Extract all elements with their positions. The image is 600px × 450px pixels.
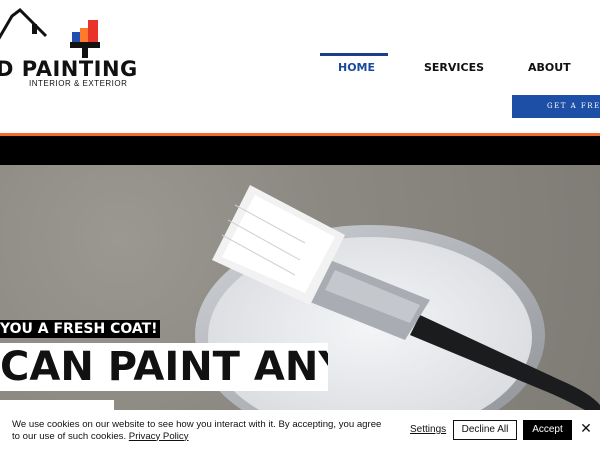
nav-about[interactable]: ABOUT (528, 61, 571, 74)
house-brush-logo-icon (0, 8, 100, 58)
close-icon[interactable]: ✕ (579, 420, 593, 436)
hero-tagline: YOU A FRESH COAT! (0, 320, 160, 338)
logo-wordmark: D PAINTING (0, 57, 138, 81)
get-free-quote-button[interactable]: GET A FREE (512, 95, 600, 118)
nav-home[interactable]: HOME (338, 61, 375, 74)
cookie-message: We use cookies on our website to see how… (12, 419, 392, 442)
black-band (0, 136, 600, 165)
hero-headline: CAN PAINT ANY (0, 343, 328, 391)
logo[interactable]: D PAINTING INTERIOR & EXTERIOR (0, 8, 138, 88)
nav-active-indicator (320, 53, 388, 56)
cookie-message-text: We use cookies on our website to see how… (12, 419, 382, 442)
cookie-banner: We use cookies on our website to see how… (0, 410, 600, 450)
logo-tagline: INTERIOR & EXTERIOR (29, 79, 128, 88)
accept-button[interactable]: Accept (523, 420, 572, 440)
cookie-settings-button[interactable]: Settings (410, 424, 446, 435)
nav-services[interactable]: SERVICES (424, 61, 484, 74)
site-header: D PAINTING INTERIOR & EXTERIOR HOME SERV… (0, 0, 600, 133)
decline-all-button[interactable]: Decline All (453, 420, 517, 440)
privacy-policy-link[interactable]: Privacy Policy (129, 431, 189, 442)
